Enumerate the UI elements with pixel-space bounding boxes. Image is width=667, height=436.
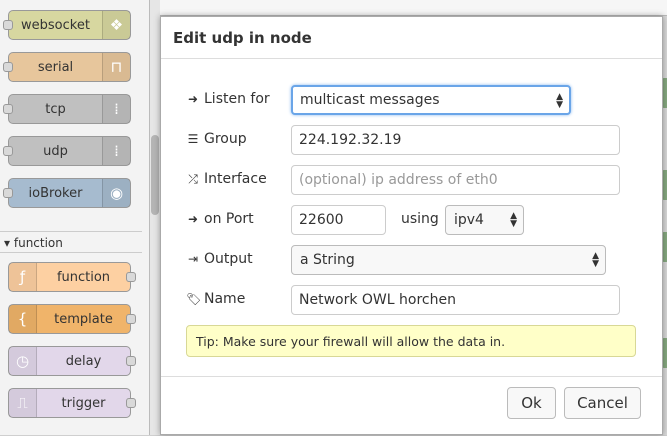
listen-for-value: multicast messages [300, 92, 440, 108]
input-port [3, 20, 13, 30]
palette-node-iobroker[interactable]: ioBroker ◉ [3, 178, 131, 208]
using-label: using [401, 211, 439, 227]
firewall-tip: Tip: Make sure your firewall will allow … [186, 325, 636, 357]
workspace-tabbar [160, 0, 667, 16]
category-header-function[interactable]: ▾ function [0, 231, 142, 253]
dialog-title: Edit udp in node [161, 17, 662, 59]
name-input[interactable]: Network OWL horchen [291, 285, 620, 315]
port-value: 22600 [299, 212, 344, 228]
input-port [3, 146, 13, 156]
node-label: tcp [45, 101, 66, 117]
serial-icon: ⊓ [102, 53, 130, 81]
interface-placeholder: (optional) ip address of eth0 [299, 172, 498, 188]
port-label-wrap: ➜ on Port [186, 211, 254, 227]
palette-node-function[interactable]: ƒ function [8, 262, 136, 292]
group-row: ☰ Group 224.192.32.19 [161, 125, 662, 155]
scrollbar-thumb[interactable] [151, 135, 159, 215]
output-port [126, 398, 136, 408]
group-input[interactable]: 224.192.32.19 [291, 125, 620, 155]
port-row: ➜ on Port 22600 using ipv4 ▲ ▼ [161, 205, 662, 235]
random-icon: ⤮ [188, 171, 198, 186]
chevron-down-icon: ▾ [4, 236, 11, 250]
edit-node-dialog: Edit udp in node ➜ Listen for multicast … [160, 16, 663, 435]
palette-scrollbar[interactable] [150, 0, 160, 435]
ip-version-value: ipv4 [454, 212, 484, 228]
globe-icon: ❖ [102, 11, 130, 39]
input-port [3, 104, 13, 114]
port-label: on Port [204, 211, 254, 227]
node-label: serial [37, 59, 74, 75]
select-arrows-icon: ▲ ▼ [592, 251, 599, 269]
sign-out-icon: ⇥ [187, 252, 199, 266]
group-label-wrap: ☰ Group [186, 131, 247, 147]
node-label: template [54, 311, 113, 327]
listen-for-select[interactable]: multicast messages ▲ ▼ [291, 85, 571, 115]
listen-row: ➜ Listen for multicast messages ▲ ▼ [161, 85, 662, 115]
input-port [3, 62, 13, 72]
listen-label: Listen for [204, 91, 270, 107]
list-icon: ☰ [187, 132, 199, 146]
node-label: websocket [21, 17, 90, 33]
output-row: ⇥ Output a String ▲ ▼ [161, 245, 662, 275]
output-value: a String [300, 252, 355, 268]
name-row: 🏷 Name Network OWL horchen [161, 285, 662, 315]
template-icon: { [9, 305, 37, 333]
category-label: function [13, 236, 63, 250]
trigger-icon: ⎍ [9, 389, 37, 417]
palette-node-tcp[interactable]: tcp ⁞ [3, 94, 131, 124]
interface-label: Interface [204, 171, 267, 187]
interface-input[interactable]: (optional) ip address of eth0 [291, 165, 620, 195]
interface-label-wrap: ⤮ Interface [186, 171, 267, 187]
output-label: Output [204, 251, 253, 267]
sign-in-icon: ➜ [187, 92, 199, 106]
ip-version-select[interactable]: ipv4 ▲ ▼ [445, 205, 524, 235]
palette-node-udp[interactable]: udp ⁞ [3, 136, 131, 166]
bridge-icon: ⁞ [102, 137, 130, 165]
palette-node-serial[interactable]: serial ⊓ [3, 52, 131, 82]
node-label: udp [43, 143, 68, 159]
output-select[interactable]: a String ▲ ▼ [291, 245, 606, 275]
function-icon: ƒ [9, 263, 37, 291]
palette-node-trigger[interactable]: ⎍ trigger [8, 388, 136, 418]
timer-icon: ◷ [9, 347, 37, 375]
ok-button[interactable]: Ok [507, 387, 556, 419]
name-value: Network OWL horchen [299, 292, 456, 308]
output-port [126, 356, 136, 366]
listen-label-wrap: ➜ Listen for [186, 91, 270, 107]
dialog-footer: Ok Cancel [161, 376, 662, 436]
bridge-icon: ⁞ [102, 95, 130, 123]
tag-icon: 🏷 [186, 292, 202, 306]
select-arrows-icon: ▲ ▼ [556, 92, 563, 110]
palette-node-websocket[interactable]: websocket ❖ [3, 10, 131, 40]
node-palette: websocket ❖ serial ⊓ tcp ⁞ udp ⁞ ioBroke… [0, 0, 150, 435]
palette-node-template[interactable]: { template [8, 304, 136, 334]
cancel-button[interactable]: Cancel [564, 387, 641, 419]
input-port [3, 188, 13, 198]
palette-node-delay[interactable]: ◷ delay [8, 346, 136, 376]
name-label: Name [204, 291, 246, 307]
iobroker-icon: ◉ [102, 179, 130, 207]
node-label: function [56, 269, 111, 285]
output-port [126, 272, 136, 282]
node-label: trigger [61, 395, 106, 411]
node-label: ioBroker [28, 185, 83, 201]
output-port [126, 314, 136, 324]
node-label: delay [65, 353, 102, 369]
select-arrows-icon: ▲ ▼ [510, 211, 517, 229]
name-label-wrap: 🏷 Name [186, 291, 245, 307]
output-label-wrap: ⇥ Output [186, 251, 253, 267]
group-label: Group [204, 131, 247, 147]
sign-in-icon: ➜ [187, 212, 199, 226]
port-input[interactable]: 22600 [291, 205, 386, 235]
interface-row: ⤮ Interface (optional) ip address of eth… [161, 165, 662, 195]
group-value: 224.192.32.19 [299, 132, 402, 148]
